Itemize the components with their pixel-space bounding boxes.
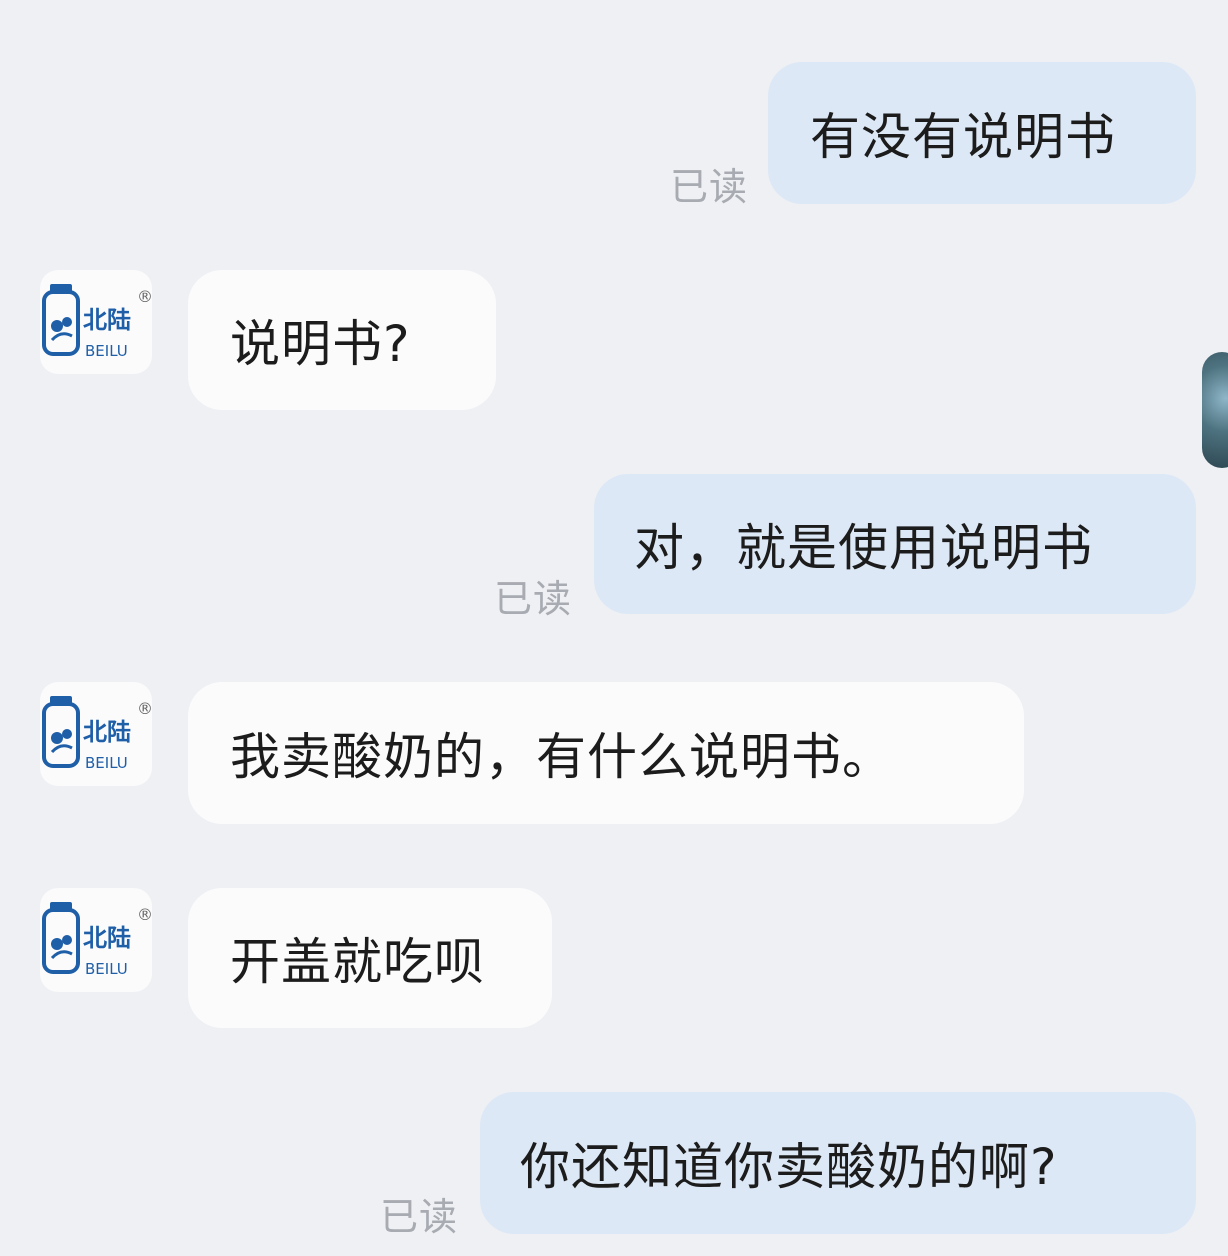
svg-text:北陆: 北陆: [83, 718, 131, 746]
svg-text:®: ®: [137, 699, 152, 718]
edge-avatar-thumbnail[interactable]: [1202, 352, 1228, 468]
avatar[interactable]: 北陆 BEILU ®: [40, 682, 152, 786]
message-bubble-incoming[interactable]: 说明书?: [188, 270, 496, 410]
svg-text:北陆: 北陆: [83, 306, 131, 334]
avatar[interactable]: 北陆 BEILU ®: [40, 270, 152, 374]
message-text: 对，就是使用说明书: [634, 519, 1093, 577]
message-text: 你还知道你卖酸奶的啊?: [520, 1138, 1058, 1196]
message-text: 有没有说明书: [810, 108, 1116, 166]
message-bubble-outgoing[interactable]: 有没有说明书: [768, 62, 1196, 204]
message-text: 我卖酸奶的，有什么说明书。: [230, 728, 893, 786]
read-receipt: 已读: [670, 165, 749, 209]
message-bubble-incoming[interactable]: 开盖就吃呗: [188, 888, 552, 1028]
message-text: 说明书?: [230, 315, 411, 373]
svg-text:BEILU: BEILU: [85, 754, 128, 772]
read-receipt: 已读: [380, 1195, 459, 1239]
beilu-logo-icon: 北陆 BEILU ®: [42, 696, 152, 772]
svg-text:®: ®: [137, 287, 152, 306]
message-bubble-outgoing[interactable]: 你还知道你卖酸奶的啊?: [480, 1092, 1196, 1234]
svg-text:BEILU: BEILU: [85, 960, 128, 978]
message-text: 开盖就吃呗: [230, 933, 485, 991]
read-receipt: 已读: [494, 577, 573, 621]
avatar[interactable]: 北陆 BEILU ®: [40, 888, 152, 992]
svg-text:®: ®: [137, 905, 152, 924]
message-bubble-outgoing[interactable]: 对，就是使用说明书: [594, 474, 1196, 614]
svg-text:BEILU: BEILU: [85, 342, 128, 360]
beilu-logo-icon: 北陆 BEILU ®: [42, 284, 152, 360]
beilu-logo-icon: 北陆 BEILU ®: [42, 902, 152, 978]
svg-text:北陆: 北陆: [83, 924, 131, 952]
chat-thread: 有没有说明书 已读 北陆 BEILU ® 说明书? 对，就是使用说明书 已读 北…: [0, 0, 1228, 1256]
message-bubble-incoming[interactable]: 我卖酸奶的，有什么说明书。: [188, 682, 1024, 824]
